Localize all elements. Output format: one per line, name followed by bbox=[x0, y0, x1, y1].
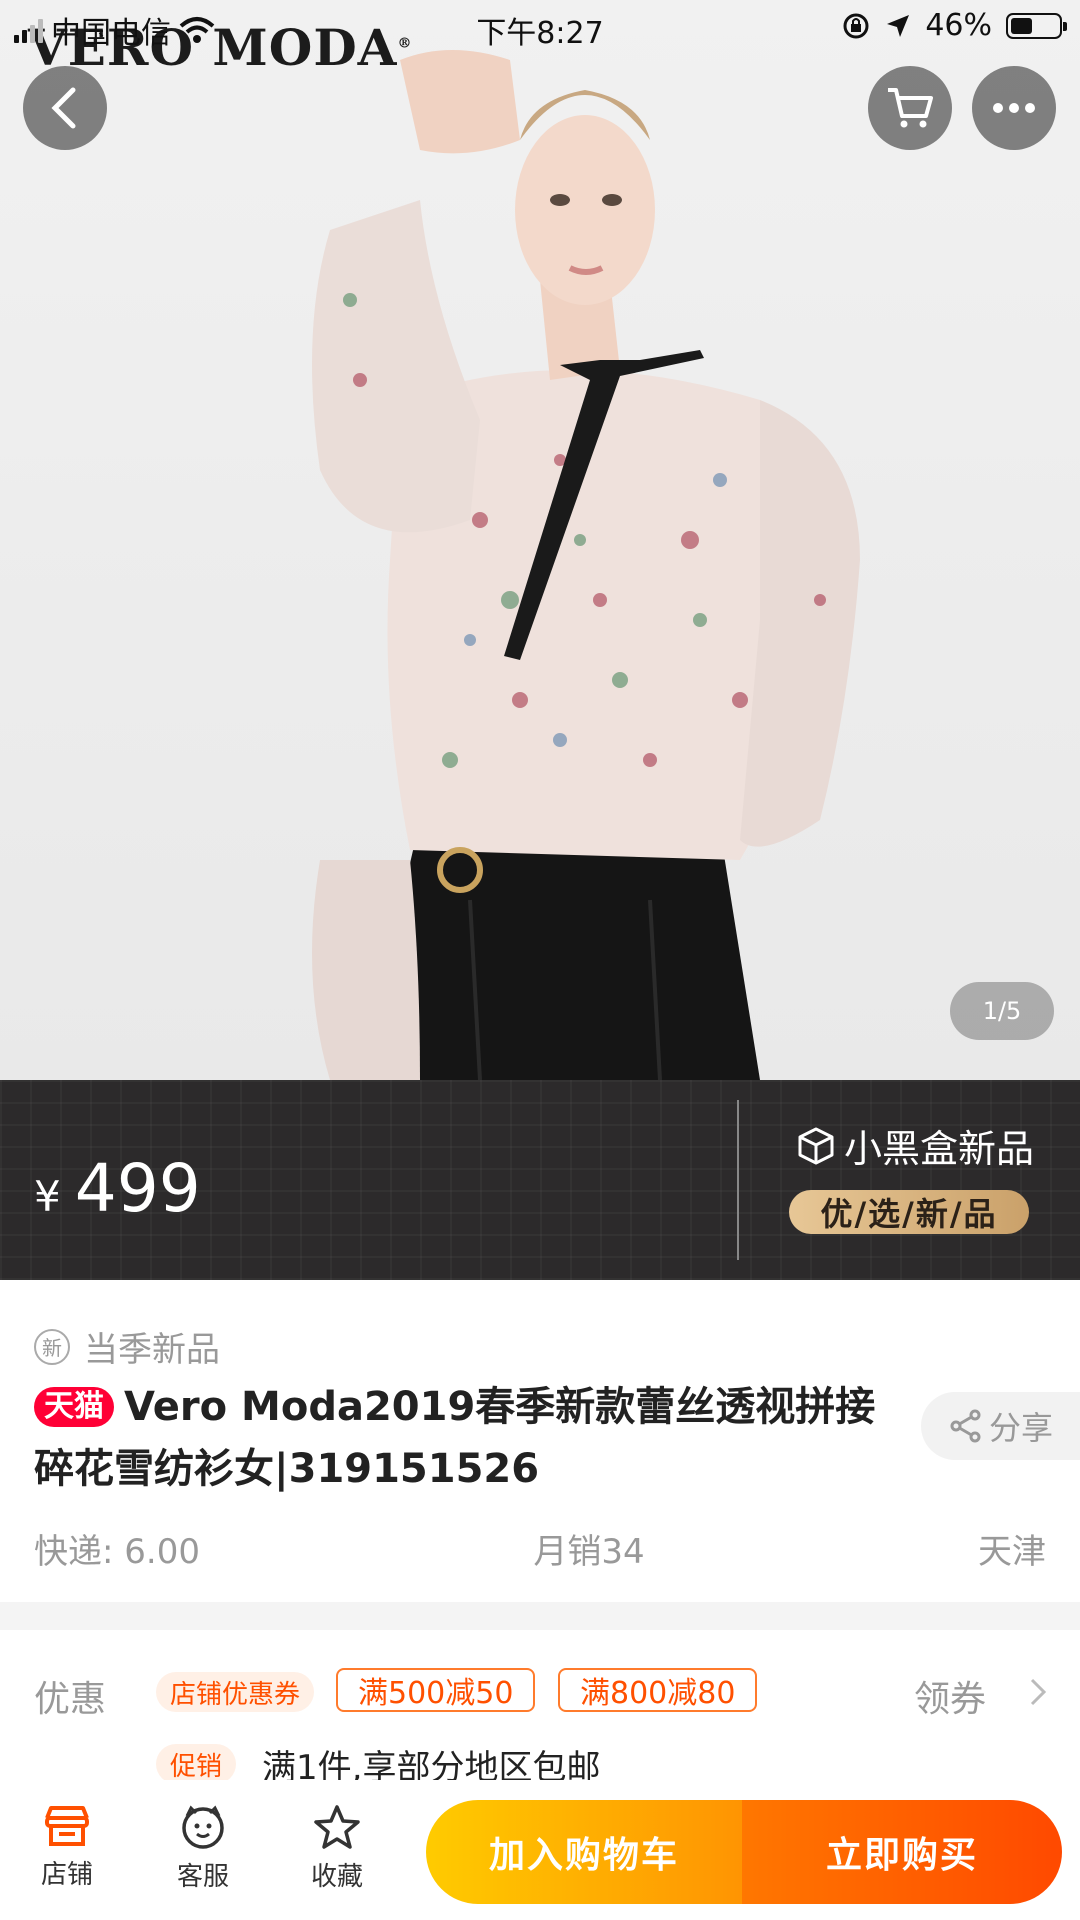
ship-location: 天津 bbox=[977, 1532, 1046, 1572]
rotation-lock-icon bbox=[843, 13, 869, 38]
buy-now-button[interactable]: 立即购买 bbox=[742, 1800, 1062, 1904]
product-title: 天猫 Vero Moda2019春季新款蕾丝透视拼接碎花雪纺衫女|31915152… bbox=[34, 1376, 894, 1500]
new-badge: 新 bbox=[34, 1328, 70, 1365]
product-title-text: Vero Moda2019春季新款蕾丝透视拼接碎花雪纺衫女|319151526 bbox=[34, 1384, 876, 1492]
tab-shop-label: 店铺 bbox=[40, 1860, 93, 1890]
season-label: 当季新品 bbox=[84, 1330, 220, 1370]
share-icon bbox=[950, 1409, 981, 1443]
price-value: 499 bbox=[74, 1150, 201, 1227]
promo-label: 优惠 bbox=[34, 1679, 107, 1720]
season-row: 新 当季新品 bbox=[34, 1322, 220, 1371]
service-icon bbox=[182, 1805, 224, 1849]
bottom-action-bar: 店铺 客服 收藏 加入购物车 立即购买 bbox=[0, 1780, 1080, 1920]
chevron-right-icon bbox=[1030, 1678, 1047, 1706]
product-image[interactable]: VERO MODA® 中国电信 下午8:27 46% 1/5 bbox=[0, 0, 1080, 1080]
status-bar: 中国电信 下午8:27 46% bbox=[0, 0, 1080, 54]
more-dots-icon bbox=[993, 103, 1035, 113]
tab-shop[interactable]: 店铺 bbox=[12, 1804, 122, 1891]
box-title-text: 小黑盒新品 bbox=[844, 1127, 1035, 1171]
tab-service-label: 客服 bbox=[176, 1862, 229, 1892]
box-tag: 优/选/新/品 bbox=[789, 1190, 1029, 1234]
add-to-cart-button[interactable]: 加入购物车 bbox=[426, 1800, 742, 1904]
get-coupon-link[interactable]: 领券 bbox=[914, 1670, 986, 1722]
shipping-fee: 快递: 6.00 bbox=[34, 1532, 200, 1572]
battery-percent: 46% bbox=[925, 8, 992, 43]
tab-favorite-label: 收藏 bbox=[310, 1862, 363, 1892]
promo-card[interactable]: 优惠 店铺优惠券 满500减50 满800减80 领券 促销 满1件,享部分地区… bbox=[0, 1630, 1080, 1800]
chevron-left-icon bbox=[51, 87, 76, 129]
cart-icon bbox=[888, 88, 933, 128]
price: ¥ 499 bbox=[34, 1150, 201, 1227]
black-box-title: 小黑盒新品 bbox=[796, 1118, 1034, 1173]
location-icon bbox=[887, 14, 910, 37]
model-illustration bbox=[312, 50, 860, 1080]
action-buttons: 加入购物车 立即购买 bbox=[426, 1800, 1062, 1904]
shop-icon bbox=[45, 1806, 89, 1846]
currency-symbol: ¥ bbox=[34, 1172, 61, 1221]
share-button[interactable]: 分享 bbox=[921, 1392, 1080, 1460]
image-pager: 1/5 bbox=[950, 982, 1054, 1040]
star-icon bbox=[314, 1805, 360, 1849]
promo-chip: 促销 bbox=[156, 1744, 237, 1784]
coupon-800-80[interactable]: 满800减80 bbox=[558, 1668, 758, 1712]
back-button[interactable] bbox=[23, 66, 107, 150]
tab-customer-service[interactable]: 客服 bbox=[148, 1804, 258, 1893]
battery-icon bbox=[1006, 12, 1067, 39]
product-info-card: 新 当季新品 天猫 Vero Moda2019春季新款蕾丝透视拼接碎花雪纺衫女|3… bbox=[0, 1280, 1080, 1602]
monthly-sales: 月销34 bbox=[533, 1532, 645, 1572]
banner-divider bbox=[737, 1100, 739, 1260]
meta-row: 快递: 6.00 月销34 天津 bbox=[34, 1524, 1046, 1573]
cart-button[interactable] bbox=[868, 66, 952, 150]
tmall-badge: 天猫 bbox=[34, 1387, 114, 1427]
box-icon bbox=[798, 1127, 834, 1164]
price-banner: ¥ 499 小黑盒新品 优/选/新/品 bbox=[0, 1080, 1080, 1280]
more-button[interactable] bbox=[972, 66, 1056, 150]
tab-favorite[interactable]: 收藏 bbox=[282, 1804, 392, 1893]
share-label: 分享 bbox=[989, 1409, 1054, 1447]
shop-coupon-chip: 店铺优惠券 bbox=[156, 1672, 315, 1712]
coupon-500-50[interactable]: 满500减50 bbox=[336, 1668, 536, 1712]
